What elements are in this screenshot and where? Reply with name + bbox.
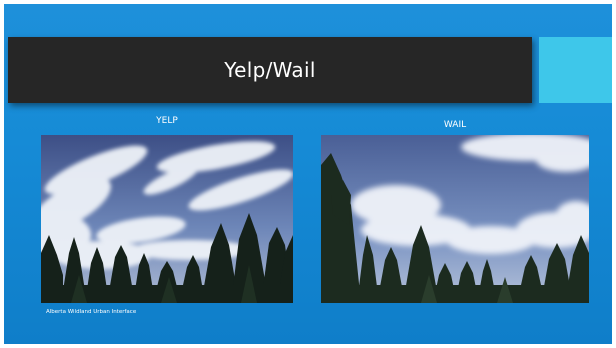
credit-text: Alberta Wildland Urban Interface [46,309,137,315]
slide-title: Yelp/Wail [224,58,316,82]
accent-box [539,37,612,103]
wail-caption: WAIL [443,120,467,130]
wail-video-frame[interactable] [321,135,589,303]
yelp-video-frame[interactable] [41,135,293,303]
yelp-caption: YELP [156,116,178,126]
slide: Yelp/Wail YELP WAIL Alberta Wildland Urb… [4,4,612,344]
title-bar: Yelp/Wail [8,37,532,103]
